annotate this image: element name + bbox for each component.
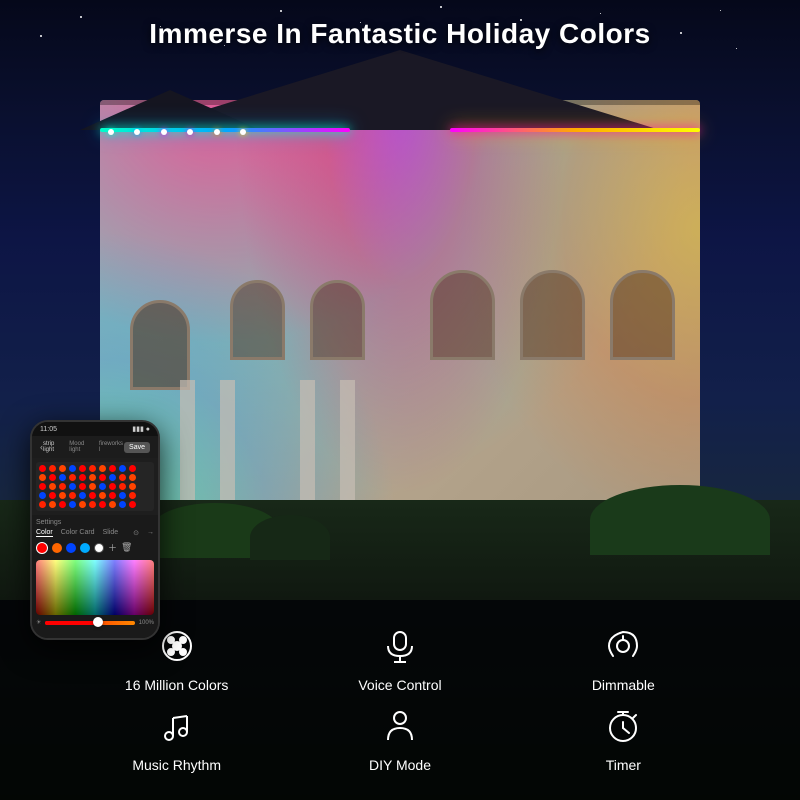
phone-dots-grid <box>36 462 154 511</box>
feature-colors-label: 16 Million Colors <box>125 677 228 693</box>
feature-diy: DIY Mode <box>303 708 496 773</box>
feature-music-label: Music Rhythm <box>132 757 221 773</box>
phone-color-circles-row: ＋ 🗑 <box>36 541 154 554</box>
phone-tab-color[interactable]: Color <box>36 529 53 537</box>
feature-timer: Timer <box>527 708 720 773</box>
feature-voice: Voice Control <box>303 628 496 693</box>
phone-delete-color-icon[interactable]: 🗑 <box>121 542 132 553</box>
phone-color-red[interactable] <box>36 542 48 554</box>
feature-music: Music Rhythm <box>80 708 273 773</box>
phone-color-picker[interactable] <box>36 560 154 615</box>
phone-mockup: 11:05 ▮▮▮ ● ‹ strip light Mood light fir… <box>30 420 160 640</box>
palette-icon <box>159 628 195 669</box>
phone-tab-color-card[interactable]: Color Card <box>61 529 95 537</box>
phone-color-white[interactable] <box>94 543 104 553</box>
shrub-right <box>590 485 770 555</box>
phone-brightness-icon: ☀ <box>36 619 41 626</box>
phone-speed-icon: ⊙ <box>133 529 139 537</box>
music-icon <box>159 708 195 749</box>
person-icon <box>382 708 418 749</box>
knob-icon <box>605 628 641 669</box>
feature-timer-label: Timer <box>606 757 641 773</box>
phone-brightness-value: 100% <box>139 620 154 626</box>
phone-color-orange[interactable] <box>52 543 62 553</box>
roof-svg <box>60 50 740 130</box>
phone-color-tabs: Color Color Card Slide ⊙ → <box>36 529 154 537</box>
phone-screen: 11:05 ▮▮▮ ● ‹ strip light Mood light fir… <box>32 422 158 638</box>
shrub-center <box>250 515 330 560</box>
phone-tab-strip[interactable]: strip light <box>43 441 65 453</box>
phone-color-lightblue[interactable] <box>80 543 90 553</box>
timer-icon <box>605 708 641 749</box>
phone-arrow-icon: → <box>147 529 154 537</box>
phone-color-blue[interactable] <box>66 543 76 553</box>
main-container: Immerse In Fantastic Holiday Colors 11:0… <box>0 0 800 800</box>
phone-dots-area <box>32 458 158 515</box>
phone-settings-label: Settings <box>36 519 154 526</box>
feature-diy-label: DIY Mode <box>369 757 431 773</box>
phone-topbar: ‹ strip light Mood light fireworks l Sav… <box>32 436 158 458</box>
phone-tabs: strip light Mood light fireworks l <box>43 441 124 453</box>
phone-time: 11:05 <box>40 426 57 433</box>
eave-lights-right <box>450 128 700 132</box>
page-title: Immerse In Fantastic Holiday Colors <box>0 18 800 50</box>
feature-voice-label: Voice Control <box>358 677 441 693</box>
phone-add-color-icon[interactable]: ＋ <box>108 541 117 554</box>
phone-brightness-row: ☀ 100% <box>36 619 154 626</box>
phone-settings: Settings Color Color Card Slide ⊙ → ＋ <box>32 515 158 630</box>
feature-dimmable: Dimmable <box>527 628 720 693</box>
phone-signal: ▮▮▮ ● <box>132 425 150 433</box>
phone-tab-slide[interactable]: Slide <box>103 529 119 537</box>
feature-dimmable-label: Dimmable <box>592 677 655 693</box>
phone-save-button[interactable]: Save <box>124 442 150 453</box>
phone-tab-mood[interactable]: Mood light <box>69 441 95 453</box>
mic-icon <box>382 628 418 669</box>
phone-tab-fireworks[interactable]: fireworks l <box>99 441 124 453</box>
phone-statusbar: 11:05 ▮▮▮ ● <box>32 422 158 436</box>
phone-brightness-slider[interactable] <box>45 621 134 625</box>
